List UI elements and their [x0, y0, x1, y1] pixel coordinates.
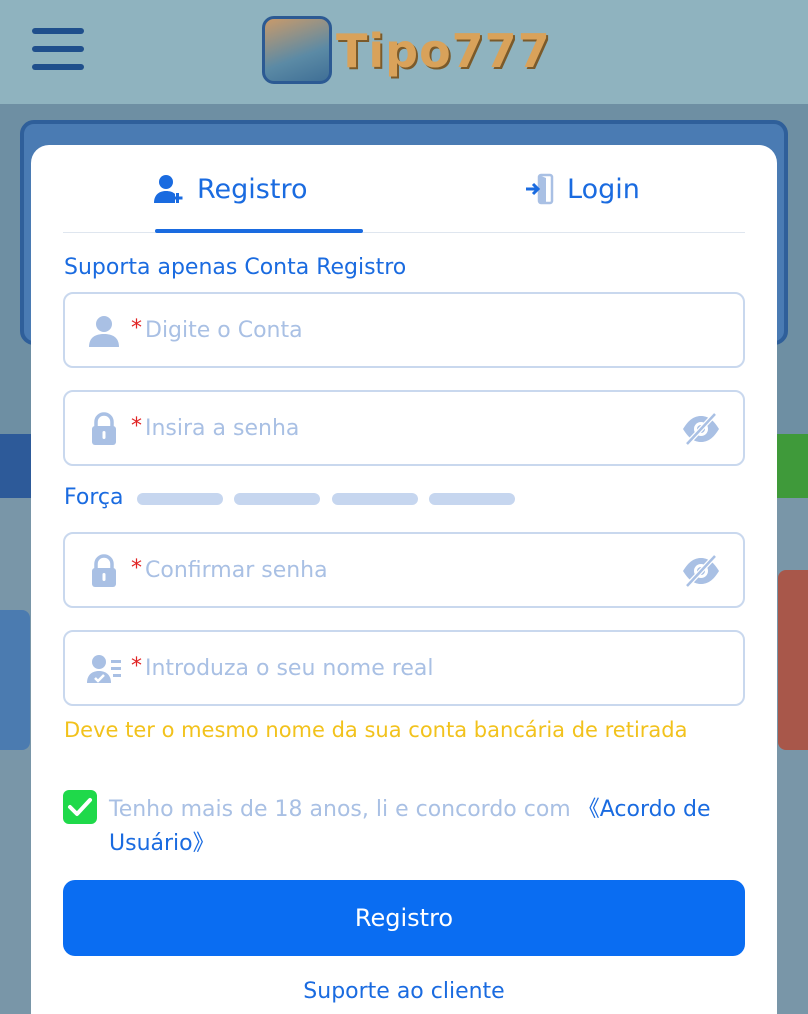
user-add-icon — [154, 175, 183, 203]
background-card — [0, 610, 30, 750]
real-name-hint: Deve ter o mesmo nome da sua conta bancá… — [64, 718, 688, 742]
strength-bar — [234, 493, 320, 505]
real-name-placeholder: Introduza o seu nome real — [145, 656, 434, 681]
register-modal: Registro Login Suporta apenas Conta Regi… — [31, 145, 777, 1014]
age-agreement-checkbox[interactable] — [63, 790, 97, 824]
strength-bar — [429, 493, 515, 505]
account-placeholder: Digite o Conta — [145, 318, 303, 343]
required-mark: * — [131, 654, 142, 679]
active-tab-indicator — [155, 229, 363, 233]
tab-label: Registro — [197, 173, 308, 205]
tab-registro[interactable]: Registro — [153, 167, 307, 211]
account-field[interactable]: * Digite o Conta — [63, 292, 745, 368]
required-mark: * — [131, 316, 142, 341]
logo-image — [262, 16, 332, 84]
confirm-password-field[interactable]: * Confirmar senha — [63, 532, 745, 608]
strength-label: Força — [64, 485, 124, 510]
login-door-icon — [526, 173, 554, 205]
lock-icon — [92, 412, 116, 445]
id-card-icon — [87, 655, 121, 683]
agreement-text: Tenho mais de 18 anos, li e concordo com… — [109, 793, 739, 861]
user-icon — [89, 316, 119, 347]
auth-tabs: Registro Login — [63, 145, 745, 233]
logo-text: Tipo777 — [336, 24, 551, 78]
real-name-field[interactable]: * Introduza o seu nome real — [63, 630, 745, 706]
customer-support-link[interactable]: Suporte ao cliente — [31, 979, 777, 1004]
eye-off-icon[interactable] — [681, 410, 721, 448]
strength-bar — [332, 493, 418, 505]
password-placeholder: Insira a senha — [145, 416, 300, 441]
menu-icon[interactable] — [32, 28, 84, 72]
app-header: Tipo777 — [0, 0, 808, 104]
agreement-label: Tenho mais de 18 anos, li e concordo com — [109, 797, 578, 822]
required-mark: * — [131, 414, 142, 439]
register-button[interactable]: Registro — [63, 880, 745, 956]
form-subtitle: Suporta apenas Conta Registro — [64, 255, 407, 280]
confirm-placeholder: Confirmar senha — [145, 558, 328, 583]
background-card — [778, 570, 808, 750]
tab-login[interactable]: Login — [525, 167, 640, 211]
checkmark-icon — [68, 798, 92, 816]
tab-label: Login — [567, 173, 640, 205]
strength-bar — [137, 493, 223, 505]
lock-icon — [92, 554, 116, 587]
password-field[interactable]: * Insira a senha — [63, 390, 745, 466]
eye-off-icon[interactable] — [681, 552, 721, 590]
required-mark: * — [131, 556, 142, 581]
